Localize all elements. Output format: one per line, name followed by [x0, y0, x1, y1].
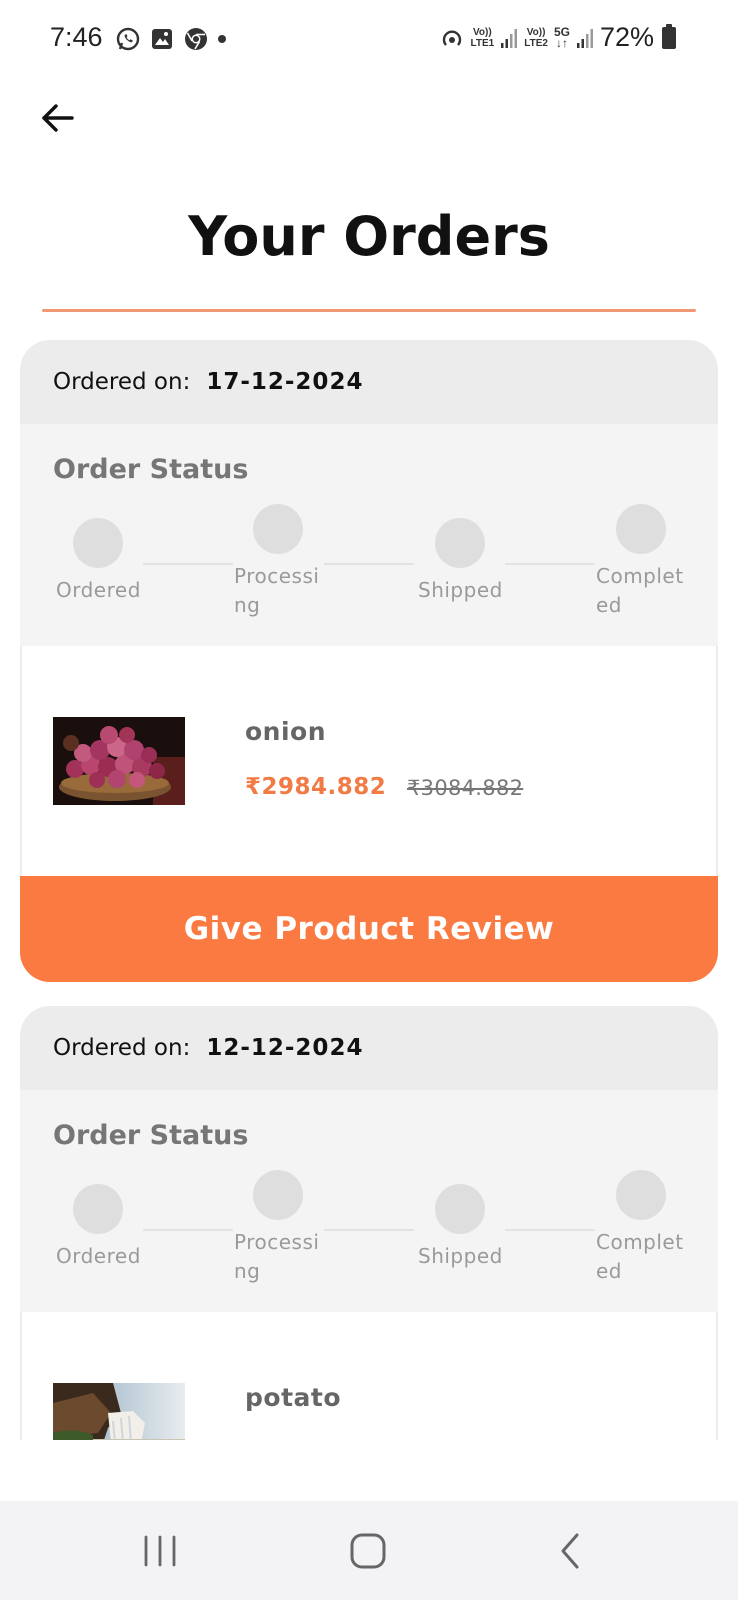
step-dot-completed	[616, 504, 666, 554]
order-date-label: Ordered on:	[53, 369, 191, 395]
step-dot-processing	[253, 1170, 303, 1220]
step-label-processing: Processing	[234, 1230, 320, 1283]
order-status-heading: Order Status	[53, 1120, 249, 1151]
order-date-value: 12-12-2024	[206, 1035, 364, 1061]
product-name: potato	[245, 1383, 342, 1412]
step-dot-ordered	[73, 1184, 123, 1234]
order-date-header: Ordered on: 12-12-2024	[20, 1006, 718, 1090]
chrome-icon	[185, 28, 207, 50]
step-connector	[505, 1229, 595, 1231]
order-status-heading: Order Status	[53, 454, 249, 485]
step-dot-shipped	[435, 1184, 485, 1234]
system-nav-bar	[0, 1501, 738, 1600]
whatsapp-icon	[116, 27, 140, 51]
product-name: onion	[245, 717, 327, 746]
sim2-label: Vo)) LTE2	[524, 26, 548, 49]
step-connector	[143, 1229, 233, 1231]
order-date-header: Ordered on: 17-12-2024	[20, 340, 718, 424]
status-bar: 7:46 Vo)) LTE1 Vo)) LTE2 5G ↓↑ 72%	[0, 0, 738, 80]
order-card: Ordered on: 12-12-2024 Order Status Orde…	[20, 1006, 718, 1440]
gallery-icon	[152, 29, 172, 49]
sim1-label: Vo)) LTE1	[470, 26, 495, 49]
product-image-onion	[53, 717, 185, 805]
give-product-review-button[interactable]: Give Product Review	[20, 876, 718, 982]
hotspot-icon	[442, 30, 461, 46]
step-label-completed: Completed	[596, 564, 684, 617]
signal-icon	[576, 28, 593, 48]
step-label-shipped: Shipped	[418, 578, 503, 602]
step-connector	[143, 563, 233, 565]
step-label-shipped: Shipped	[418, 1244, 503, 1268]
signal-icon	[501, 28, 518, 48]
network-type-label: 5G ↓↑	[553, 24, 570, 50]
order-product[interactable]: potato	[20, 1312, 718, 1440]
orders-list[interactable]: Ordered on: 17-12-2024 Order Status Orde…	[0, 318, 738, 1440]
order-date-value: 17-12-2024	[206, 369, 364, 395]
step-dot-processing	[253, 504, 303, 554]
status-time: 7:46	[50, 22, 103, 52]
battery-icon	[662, 23, 676, 49]
product-original-price: ₹3084.882	[407, 776, 524, 800]
step-dot-ordered	[73, 518, 123, 568]
recents-icon[interactable]	[138, 1531, 182, 1571]
battery-percent: 72%	[599, 22, 654, 52]
home-icon[interactable]	[346, 1531, 390, 1571]
step-dot-completed	[616, 1170, 666, 1220]
step-label-ordered: Ordered	[56, 1244, 141, 1268]
order-date-label: Ordered on:	[53, 1035, 191, 1061]
page-title: Your Orders	[188, 205, 550, 268]
product-image-potato	[53, 1383, 185, 1440]
product-price: ₹2984.882	[245, 774, 387, 800]
back-nav-icon[interactable]	[551, 1531, 595, 1571]
step-label-ordered: Ordered	[56, 578, 141, 602]
title-underline	[42, 309, 696, 312]
step-connector	[505, 563, 595, 565]
step-dot-shipped	[435, 518, 485, 568]
notification-dot-icon	[218, 35, 226, 43]
step-label-processing: Processing	[234, 564, 320, 617]
order-card: Ordered on: 17-12-2024 Order Status Orde…	[20, 340, 718, 982]
order-status-section: Order Status Ordered Processing Shipped …	[20, 424, 718, 646]
order-product[interactable]: onion ₹2984.882 ₹3084.882	[20, 646, 718, 876]
order-status-section: Order Status Ordered Processing Shipped …	[20, 1090, 718, 1312]
step-connector	[324, 563, 414, 565]
step-label-completed: Completed	[596, 1230, 684, 1283]
step-connector	[324, 1229, 414, 1231]
status-system-icons: Vo)) LTE1 Vo)) LTE2 5G ↓↑ 72%	[439, 22, 676, 53]
arrow-left-icon[interactable]	[36, 96, 80, 140]
status-notification-icons	[115, 26, 227, 52]
